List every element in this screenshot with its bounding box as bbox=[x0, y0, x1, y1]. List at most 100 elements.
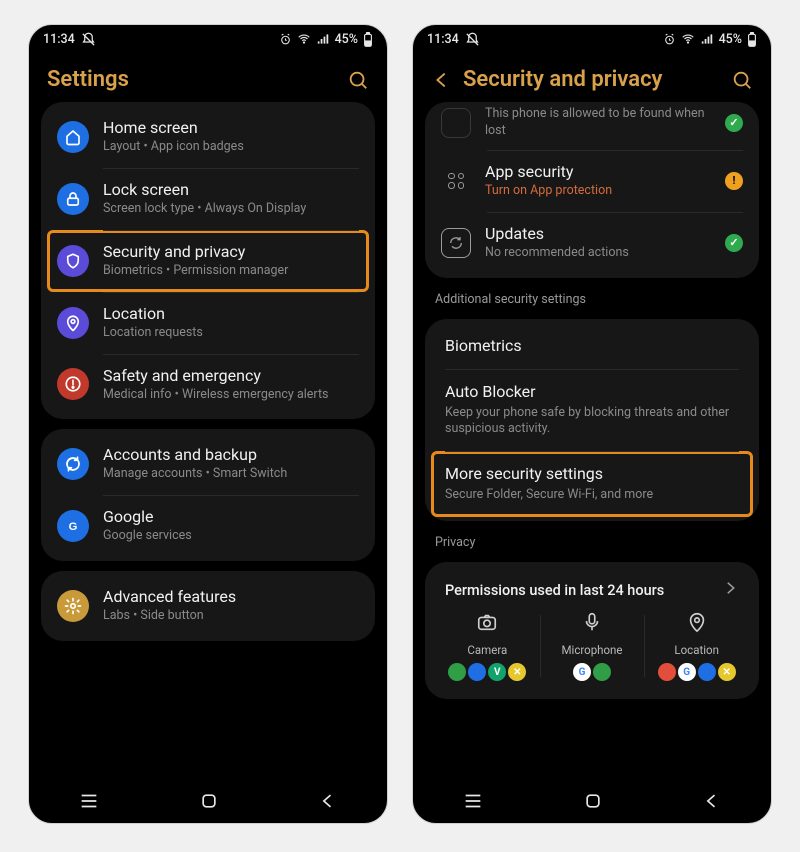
app-badge bbox=[658, 663, 676, 681]
nav-back-icon[interactable] bbox=[702, 791, 722, 811]
find-my-device-row[interactable]: This phone is allowed to be found when l… bbox=[431, 106, 753, 150]
item-title: Advanced features bbox=[103, 587, 359, 607]
android-navbar bbox=[29, 779, 387, 823]
item-title: More security settings bbox=[445, 464, 739, 484]
status-battery: 45% bbox=[719, 32, 742, 47]
additional-item-more-security-settings[interactable]: More security settings Secure Folder, Sec… bbox=[431, 451, 753, 517]
app-badge bbox=[448, 663, 466, 681]
permission-camera[interactable]: CameraV✕ bbox=[435, 611, 540, 681]
section-label-privacy: Privacy bbox=[425, 531, 759, 552]
app-badge bbox=[593, 663, 611, 681]
permissions-header[interactable]: Permissions used in last 24 hours bbox=[431, 566, 753, 607]
header: Settings bbox=[29, 53, 387, 102]
settings-item-lock-screen[interactable]: Lock screenScreen lock type • Always On … bbox=[47, 168, 369, 230]
item-title: Google bbox=[103, 507, 359, 527]
nav-home-icon[interactable] bbox=[583, 791, 603, 811]
section-label-additional: Additional security settings bbox=[425, 288, 759, 309]
item-title: Lock screen bbox=[103, 180, 359, 200]
settings-item-accounts-and-backup[interactable]: Accounts and backupManage accounts • Sma… bbox=[47, 433, 369, 495]
alert-icon bbox=[57, 368, 89, 400]
item-subtitle: Labs • Side button bbox=[103, 608, 359, 625]
additional-item-biometrics[interactable]: Biometrics bbox=[431, 323, 753, 369]
item-subtitle: No recommended actions bbox=[485, 245, 711, 262]
settings-item-home-screen[interactable]: Home screenLayout • App icon badges bbox=[47, 106, 369, 168]
android-navbar bbox=[413, 779, 771, 823]
nav-recent-icon[interactable] bbox=[462, 790, 484, 812]
item-title: Safety and emergency bbox=[103, 366, 359, 386]
settings-item-location[interactable]: LocationLocation requests bbox=[47, 292, 369, 354]
signal-icon bbox=[700, 32, 714, 46]
settings-group: Accounts and backupManage accounts • Sma… bbox=[41, 429, 375, 561]
dnd-icon bbox=[465, 32, 480, 47]
settings-item-security-and-privacy[interactable]: Security and privacyBiometrics • Permiss… bbox=[47, 230, 369, 292]
wifi-icon bbox=[681, 32, 695, 46]
item-subtitle: Google services bbox=[103, 528, 359, 545]
permission-label: Microphone bbox=[562, 643, 623, 657]
item-title: Updates bbox=[485, 224, 711, 244]
permissions-title: Permissions used in last 24 hours bbox=[445, 582, 664, 599]
app-badge: ✕ bbox=[718, 663, 736, 681]
permission-location[interactable]: LocationG✕ bbox=[644, 611, 749, 681]
signal-icon bbox=[316, 32, 330, 46]
phone-security-screen: 11:34 45% Security and privacy This phon… bbox=[412, 24, 772, 824]
settings-item-advanced-features[interactable]: Advanced featuresLabs • Side button bbox=[47, 575, 369, 637]
search-icon[interactable] bbox=[731, 69, 753, 91]
cutoff-text: This phone is allowed to be found when l… bbox=[485, 106, 711, 140]
status-ok-icon: ✓ bbox=[725, 114, 743, 132]
search-icon[interactable] bbox=[347, 69, 369, 91]
page-title: Settings bbox=[47, 67, 337, 92]
permission-apps: G✕ bbox=[658, 663, 736, 681]
permission-label: Location bbox=[674, 643, 719, 657]
status-time: 11:34 bbox=[427, 32, 459, 47]
privacy-permissions-card: Permissions used in last 24 hours CameraV… bbox=[425, 562, 759, 699]
battery-icon bbox=[363, 32, 373, 47]
additional-item-auto-blocker[interactable]: Auto BlockerKeep your phone safe by bloc… bbox=[431, 369, 753, 452]
additional-security-card: Biometrics Auto BlockerKeep your phone sa… bbox=[425, 319, 759, 522]
settings-item-google[interactable]: G GoogleGoogle services bbox=[47, 495, 369, 557]
permission-microphone[interactable]: Microphone G bbox=[540, 611, 645, 681]
apps-icon bbox=[441, 166, 471, 196]
back-icon[interactable] bbox=[431, 69, 453, 91]
status-time: 11:34 bbox=[43, 32, 75, 47]
item-title: Security and privacy bbox=[103, 242, 359, 262]
shield-icon bbox=[57, 245, 89, 277]
pin-icon bbox=[57, 307, 89, 339]
app-badge bbox=[468, 663, 486, 681]
microphone-icon bbox=[581, 611, 603, 637]
camera-icon bbox=[476, 611, 498, 637]
security-item-app-security[interactable]: App securityTurn on App protection! bbox=[431, 150, 753, 212]
svg-text:G: G bbox=[69, 521, 78, 533]
item-subtitle: Manage accounts • Smart Switch bbox=[103, 466, 359, 483]
status-bar: 11:34 45% bbox=[413, 25, 771, 53]
status-battery: 45% bbox=[335, 32, 358, 47]
item-title: Home screen bbox=[103, 118, 359, 138]
battery-icon bbox=[747, 32, 757, 47]
settings-item-safety-and-emergency[interactable]: Safety and emergencyMedical info • Wirel… bbox=[47, 354, 369, 416]
item-subtitle: Biometrics • Permission manager bbox=[103, 263, 359, 280]
dnd-icon bbox=[81, 32, 96, 47]
app-badge bbox=[698, 663, 716, 681]
status-ok-icon: ✓ bbox=[725, 234, 743, 252]
item-title: App security bbox=[485, 162, 711, 182]
device-icon bbox=[441, 108, 471, 138]
nav-recent-icon[interactable] bbox=[78, 790, 100, 812]
item-subtitle: Secure Folder, Secure Wi-Fi, and more bbox=[445, 487, 739, 504]
settings-list: Home screenLayout • App icon badgesLock … bbox=[29, 102, 387, 779]
header: Security and privacy bbox=[413, 53, 771, 102]
item-title: Location bbox=[103, 304, 359, 324]
nav-home-icon[interactable] bbox=[199, 791, 219, 811]
item-subtitle: Location requests bbox=[103, 325, 359, 342]
status-warn-icon: ! bbox=[725, 172, 743, 190]
nav-back-icon[interactable] bbox=[318, 791, 338, 811]
permissions-grid: CameraV✕MicrophoneGLocationG✕ bbox=[431, 607, 753, 695]
security-status-card: This phone is allowed to be found when l… bbox=[425, 102, 759, 278]
app-badge: G bbox=[573, 663, 591, 681]
app-badge: G bbox=[678, 663, 696, 681]
google-icon: G bbox=[57, 510, 89, 542]
phone-settings-screen: 11:34 45% Settings Home screenLayout • A… bbox=[28, 24, 388, 824]
alarm-icon bbox=[279, 33, 292, 46]
security-item-updates[interactable]: UpdatesNo recommended actions ✓ bbox=[431, 212, 753, 274]
permission-apps: V✕ bbox=[448, 663, 526, 681]
permission-apps: G bbox=[573, 663, 611, 681]
item-title: Biometrics bbox=[445, 336, 739, 356]
